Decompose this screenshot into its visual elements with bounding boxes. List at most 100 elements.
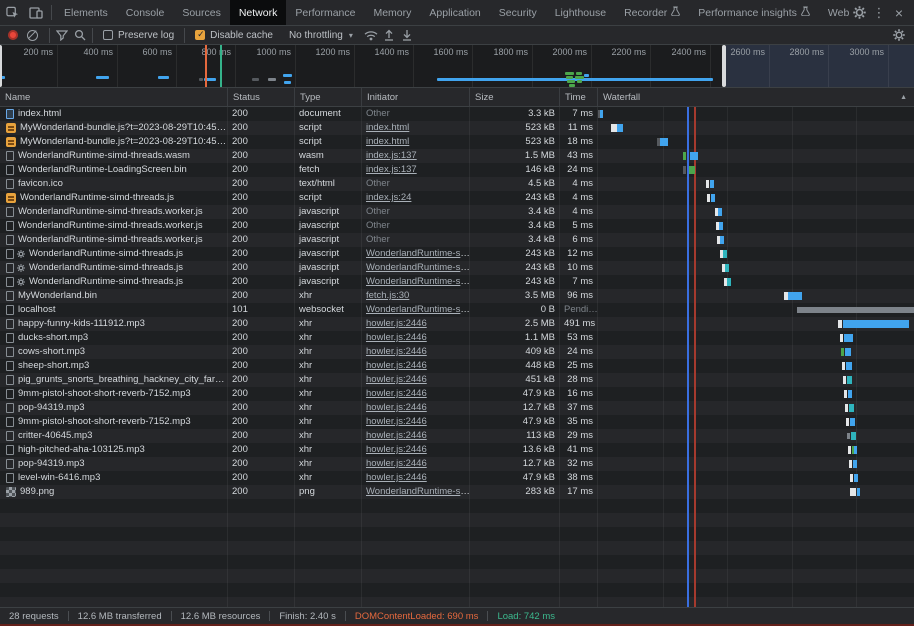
column-header-size[interactable]: Size — [470, 88, 560, 106]
tab-lighthouse[interactable]: Lighthouse — [546, 0, 615, 25]
cell-name[interactable]: MyWonderland-bundle.js?t=2023-08-29T10:4… — [0, 121, 228, 135]
request-row[interactable]: WonderlandRuntime-simd-threads.js200scri… — [0, 191, 914, 205]
initiator-link[interactable]: index.js:24 — [366, 192, 411, 203]
clear-network-log-icon[interactable] — [27, 30, 38, 41]
request-row[interactable]: WonderlandRuntime-simd-threads.worker.js… — [0, 205, 914, 219]
import-har-icon[interactable] — [380, 27, 398, 43]
filter-icon[interactable] — [53, 27, 71, 43]
cell-name[interactable]: pop-94319.mp3 — [0, 401, 228, 415]
cell-name[interactable]: WonderlandRuntime-simd-threads.js — [0, 261, 228, 275]
cell-name[interactable]: level-win-6416.mp3 — [0, 471, 228, 485]
throttling-select[interactable]: No throttling ▾ — [289, 30, 353, 41]
request-row[interactable]: sheep-short.mp3200xhrhowler.js:2446448 k… — [0, 359, 914, 373]
column-header-type[interactable]: Type — [295, 88, 362, 106]
initiator-link[interactable]: howler.js:2446 — [366, 444, 427, 455]
request-row[interactable]: level-win-6416.mp3200xhrhowler.js:244647… — [0, 471, 914, 485]
initiator-link[interactable]: howler.js:2446 — [366, 332, 427, 343]
column-header-waterfall[interactable]: Waterfall▲ — [598, 88, 914, 106]
cell-name[interactable]: WonderlandRuntime-simd-threads.js — [0, 247, 228, 261]
request-row[interactable]: high-pitched-aha-103125.mp3200xhrhowler.… — [0, 443, 914, 457]
cell-name[interactable]: WonderlandRuntime-simd-threads.worker.js — [0, 233, 228, 247]
tab-console[interactable]: Console — [117, 0, 174, 25]
initiator-link[interactable]: howler.js:2446 — [366, 374, 427, 385]
preserve-log-checkbox[interactable]: Preserve log — [103, 30, 174, 41]
initiator-link[interactable]: howler.js:2446 — [366, 402, 427, 413]
initiator-link[interactable]: howler.js:2446 — [366, 472, 427, 483]
tab-webxr[interactable]: WebXR — [819, 0, 849, 25]
cell-name[interactable]: 989.png — [0, 485, 228, 499]
cell-name[interactable]: 9mm-pistol-shoot-short-reverb-7152.mp3 — [0, 387, 228, 401]
initiator-link[interactable]: index.html — [366, 122, 409, 133]
request-row[interactable]: ducks-short.mp3200xhrhowler.js:24461.1 M… — [0, 331, 914, 345]
request-row[interactable]: pig_grunts_snorts_breathing_hackney_city… — [0, 373, 914, 387]
cell-name[interactable]: localhost — [0, 303, 228, 317]
cell-name[interactable]: WonderlandRuntime-simd-threads.js — [0, 191, 228, 205]
request-row[interactable]: WonderlandRuntime-LoadingScreen.bin200fe… — [0, 163, 914, 177]
tab-security[interactable]: Security — [490, 0, 546, 25]
column-header-status[interactable]: Status — [228, 88, 295, 106]
column-header-initiator[interactable]: Initiator — [362, 88, 470, 106]
column-header-time[interactable]: Time — [560, 88, 598, 106]
export-har-icon[interactable] — [398, 27, 416, 43]
tab-application[interactable]: Application — [420, 0, 489, 25]
cell-name[interactable]: WonderlandRuntime-simd-threads.worker.js — [0, 205, 228, 219]
initiator-link[interactable]: WonderlandRuntime-simd-t… — [366, 304, 470, 315]
network-settings-gear-icon[interactable] — [890, 27, 908, 43]
initiator-link[interactable]: index.js:137 — [366, 150, 417, 161]
device-toolbar-icon[interactable] — [24, 2, 48, 24]
tab-performance-insights[interactable]: Performance insights — [689, 0, 819, 25]
initiator-link[interactable]: howler.js:2446 — [366, 388, 427, 399]
initiator-link[interactable]: index.js:137 — [366, 164, 417, 175]
network-conditions-icon[interactable] — [362, 27, 380, 43]
request-row[interactable]: pop-94319.mp3200xhrhowler.js:244612.7 kB… — [0, 401, 914, 415]
tab-sources[interactable]: Sources — [173, 0, 230, 25]
cell-name[interactable]: WonderlandRuntime-simd-threads.wasm — [0, 149, 228, 163]
request-row[interactable]: localhost101websocketWonderlandRuntime-s… — [0, 303, 914, 317]
request-row[interactable]: WonderlandRuntime-simd-threads.js200java… — [0, 261, 914, 275]
request-row[interactable]: WonderlandRuntime-simd-threads.js200java… — [0, 247, 914, 261]
disable-cache-checkbox[interactable]: Disable cache — [195, 30, 273, 41]
request-row[interactable]: index.html200documentOther3.3 kB7 ms — [0, 107, 914, 121]
overview-left-selection-handle[interactable] — [0, 45, 2, 87]
request-row[interactable]: WonderlandRuntime-simd-threads.wasm200wa… — [0, 149, 914, 163]
cell-name[interactable]: favicon.ico — [0, 177, 228, 191]
initiator-link[interactable]: fetch.js:30 — [366, 290, 409, 301]
more-options-menu-icon[interactable]: ⋮ — [869, 3, 889, 23]
request-row[interactable]: WonderlandRuntime-simd-threads.worker.js… — [0, 219, 914, 233]
cell-name[interactable]: 9mm-pistol-shoot-short-reverb-7152.mp3 — [0, 415, 228, 429]
checkbox-icon[interactable] — [103, 30, 113, 40]
settings-gear-icon[interactable] — [849, 3, 869, 23]
initiator-link[interactable]: index.html — [366, 136, 409, 147]
initiator-link[interactable]: WonderlandRuntime-simd-t… — [366, 276, 470, 287]
request-row[interactable]: favicon.ico200text/htmlOther4.5 kB4 ms — [0, 177, 914, 191]
network-overview-timeline[interactable]: 200 ms400 ms600 ms800 ms1000 ms1200 ms14… — [0, 45, 914, 88]
initiator-link[interactable]: howler.js:2446 — [366, 416, 427, 427]
cell-name[interactable]: cows-short.mp3 — [0, 345, 228, 359]
cell-name[interactable]: high-pitched-aha-103125.mp3 — [0, 443, 228, 457]
tab-recorder[interactable]: Recorder — [615, 0, 689, 25]
record-network-log-button[interactable] — [8, 30, 18, 40]
close-devtools-icon[interactable]: × — [889, 3, 909, 23]
tab-memory[interactable]: Memory — [364, 0, 420, 25]
cell-name[interactable]: pig_grunts_snorts_breathing_hackney_city… — [0, 373, 228, 387]
initiator-link[interactable]: howler.js:2446 — [366, 360, 427, 371]
initiator-link[interactable]: howler.js:2446 — [366, 346, 427, 357]
checkbox-icon[interactable] — [195, 30, 205, 40]
tab-performance[interactable]: Performance — [286, 0, 364, 25]
cell-name[interactable]: ducks-short.mp3 — [0, 331, 228, 345]
cell-name[interactable]: index.html — [0, 107, 228, 121]
request-row[interactable]: WonderlandRuntime-simd-threads.worker.js… — [0, 233, 914, 247]
request-row[interactable]: 9mm-pistol-shoot-short-reverb-7152.mp320… — [0, 415, 914, 429]
request-row[interactable]: WonderlandRuntime-simd-threads.js200java… — [0, 275, 914, 289]
cell-name[interactable]: WonderlandRuntime-simd-threads.worker.js — [0, 219, 228, 233]
request-row[interactable]: MyWonderland.bin200xhrfetch.js:303.5 MB9… — [0, 289, 914, 303]
initiator-link[interactable]: howler.js:2446 — [366, 430, 427, 441]
request-row[interactable]: 9mm-pistol-shoot-short-reverb-7152.mp320… — [0, 387, 914, 401]
cell-name[interactable]: MyWonderland-bundle.js?t=2023-08-29T10:4… — [0, 135, 228, 149]
sort-ascending-icon[interactable]: ▲ — [900, 94, 907, 101]
initiator-link[interactable]: howler.js:2446 — [366, 318, 427, 329]
request-row[interactable]: 989.png200pngWonderlandRuntime-simd-t…28… — [0, 485, 914, 499]
inspect-element-icon[interactable] — [0, 2, 24, 24]
request-row[interactable]: MyWonderland-bundle.js?t=2023-08-29T10:4… — [0, 135, 914, 149]
request-row[interactable]: MyWonderland-bundle.js?t=2023-08-29T10:4… — [0, 121, 914, 135]
